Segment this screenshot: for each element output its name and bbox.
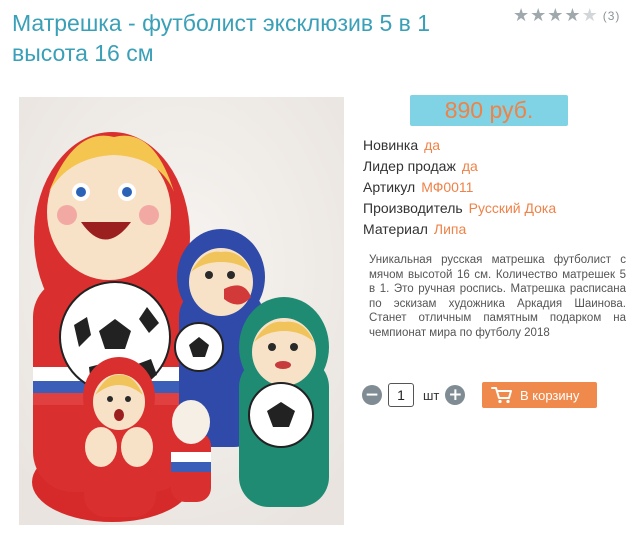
star-icon[interactable]: ★ [513,7,529,25]
price-badge: 890 руб. [410,95,568,126]
property-value: Липа [433,221,467,237]
property-value: да [461,158,478,174]
product-title: Матрешка - футболист эксклюзив 5 в 1 выс… [12,10,431,66]
property-label: Артикул [363,179,416,195]
property-row-bestseller: Лидер продаж да [363,156,556,177]
property-value: МФ0011 [421,179,474,195]
quantity-stepper: − шт + [362,382,466,408]
property-label: Материал [363,221,428,237]
manufacturer-link[interactable]: Русский Дока [469,200,556,216]
star-icon[interactable]: ★ [564,7,580,25]
product-description: Уникальная русская матрешка футболист с … [369,254,626,339]
star-icon[interactable]: ★ [530,7,546,25]
property-row-manufacturer: Производитель Русский Дока [363,198,556,219]
product-price: 890 руб. [444,97,534,123]
property-label: Лидер продаж [363,158,456,174]
quantity-unit: шт [423,387,440,403]
product-rating[interactable]: ★ ★ ★ ★ ★ (3) [513,6,620,26]
property-label: Новинка [363,137,419,153]
minus-icon[interactable]: − [362,385,382,405]
property-row-sku: Артикул МФ0011 [363,177,556,198]
product-photo[interactable] [19,97,344,525]
plus-icon[interactable]: + [445,385,466,405]
quantity-input[interactable] [388,383,414,407]
property-label: Производитель [363,200,463,216]
matryoshka-image [19,97,344,525]
property-row-new: Новинка да [363,135,556,156]
rating-count[interactable]: (3) [603,9,621,23]
star-empty-icon[interactable]: ★ [582,7,598,25]
add-to-cart-label: В корзину [520,387,580,403]
property-row-material: Материал Липа [363,219,556,240]
cart-icon [491,387,512,404]
add-to-cart-button[interactable]: В корзину [482,382,597,408]
property-value: да [424,137,441,153]
product-properties: Новинка да Лидер продаж да Артикул МФ0011 П… [363,135,556,240]
star-icon[interactable]: ★ [547,7,563,25]
